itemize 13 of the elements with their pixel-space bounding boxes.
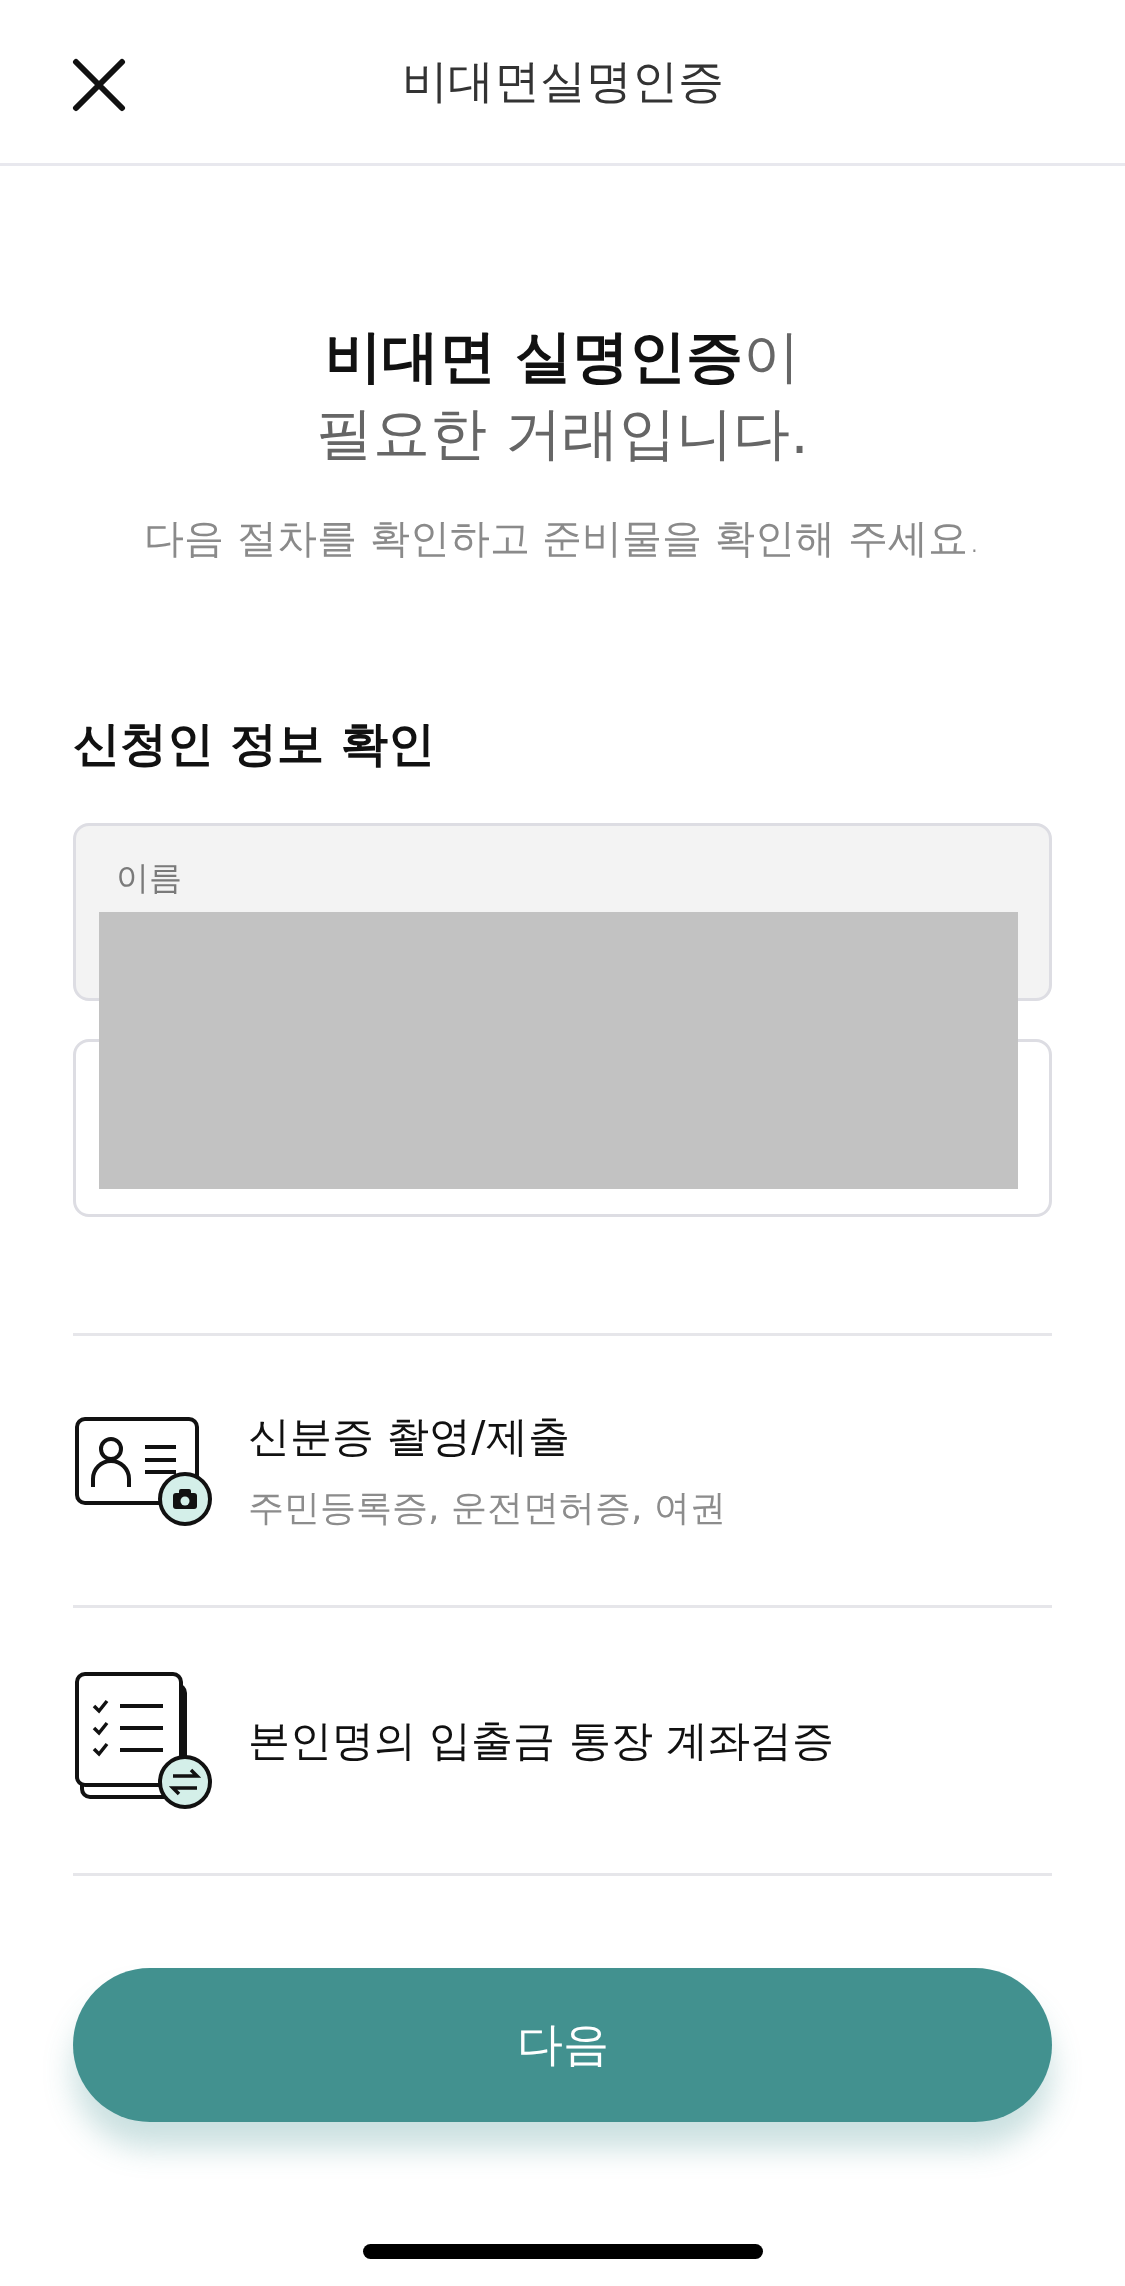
section-title: 신청인 정보 확인 <box>73 715 435 773</box>
id-card-camera-icon <box>73 1414 215 1527</box>
page-title: 비대면실명인증 <box>401 52 724 110</box>
requirement-subtitle: 주민등록증, 운전면허증, 여권 <box>248 1485 726 1530</box>
requirement-title: 신분증 촬영/제출 <box>248 1410 570 1463</box>
requirement-title: 본인명의 입출금 통장 계좌검증 <box>248 1714 835 1767</box>
headline: 비대면 실명인증이 필요한 거래입니다. <box>316 322 809 468</box>
intro-subtitle: 다음 절차를 확인하고 준비물을 확인해 주세요. <box>144 514 981 563</box>
checklist-transfer-icon <box>73 1670 215 1811</box>
close-icon <box>72 58 126 112</box>
close-button[interactable] <box>72 58 126 112</box>
field-label: 이름 <box>116 858 182 898</box>
next-button[interactable]: 다음 <box>73 1968 1052 2122</box>
